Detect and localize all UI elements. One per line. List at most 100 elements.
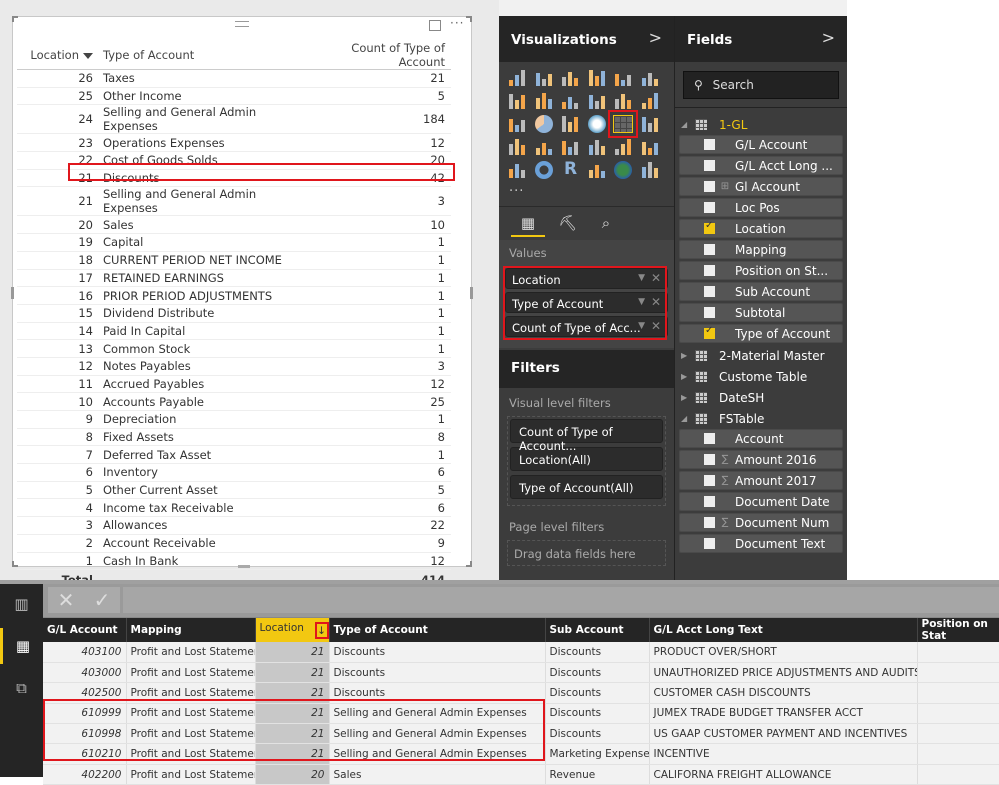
globe-map-icon[interactable] <box>612 160 634 180</box>
table-row[interactable]: 1 Cash In Bank 12 <box>17 552 451 571</box>
table-row[interactable]: 4 Income tax Receivable 6 <box>17 498 451 518</box>
grid-row[interactable]: 402500 Profit and Lost Statement 21 Discoun… <box>43 682 999 704</box>
grid-header-position[interactable]: Position on Stat <box>917 618 999 642</box>
cell-sub-account[interactable]: Marketing Expenses <box>545 743 650 765</box>
drag-handle-icon[interactable] <box>235 21 249 27</box>
field-item[interactable]: Mapping <box>679 240 843 259</box>
field-checkbox[interactable] <box>704 433 715 444</box>
cell-gl-account[interactable]: 610999 <box>43 703 127 725</box>
table-row[interactable]: 19 Capital 1 <box>17 233 451 252</box>
more-options-icon[interactable]: ··· <box>450 16 464 30</box>
field-table-datesh[interactable]: ▶ DateSH <box>675 387 847 408</box>
field-item[interactable]: Sub Account <box>679 282 843 301</box>
grid-row[interactable]: 402200 Profit and Lost Statement 20 Sales Re… <box>43 764 999 785</box>
stacked-column-icon[interactable] <box>533 68 555 88</box>
table-row[interactable]: 12 Notes Payables 3 <box>17 357 451 376</box>
field-checkbox[interactable] <box>704 475 715 486</box>
resize-corner[interactable] <box>12 16 18 22</box>
field-checkbox[interactable] <box>704 202 715 213</box>
line-chart-icon[interactable] <box>506 91 528 111</box>
cell-type-of-account[interactable]: Selling and General Admin Expenses <box>329 703 546 725</box>
format-paint-roller-icon[interactable]: ⛏ <box>551 211 585 237</box>
cell-type-of-account[interactable]: Discounts <box>329 682 546 704</box>
field-item[interactable]: Loc Pos <box>679 198 843 217</box>
cell-type-of-account[interactable]: Sales <box>329 764 546 785</box>
filter-count-type[interactable]: Count of Type of Account... <box>510 419 663 453</box>
cell-sub-account[interactable]: Discounts <box>545 723 650 745</box>
field-item[interactable]: Subtotal <box>679 303 843 322</box>
cell-long-text[interactable]: JUMEX TRADE BUDGET TRANSFER ACCT <box>649 703 918 725</box>
line-column-icon[interactable] <box>586 91 608 111</box>
grid-header-gl-account[interactable]: G/L Account <box>43 618 127 642</box>
cell-location[interactable]: 21 <box>255 703 330 725</box>
collapse-chevron-icon[interactable]: > <box>649 28 662 47</box>
map-icon[interactable] <box>586 114 608 134</box>
field-checkbox[interactable] <box>704 325 715 339</box>
table-row[interactable]: 25 Other Income 5 <box>17 87 451 106</box>
clustered-column-icon[interactable] <box>586 68 608 88</box>
table-row[interactable]: 6 Inventory 6 <box>17 463 451 482</box>
fields-tab-icon[interactable]: ▦ <box>511 211 545 237</box>
field-item[interactable]: ⊞ Gl Account <box>679 177 843 196</box>
cell-gl-account[interactable]: 403100 <box>43 642 127 663</box>
cell-gl-account[interactable]: 610210 <box>43 743 127 765</box>
gauge-icon[interactable] <box>559 137 581 157</box>
field-item[interactable]: ∑ Amount 2017 <box>679 471 843 490</box>
100pct-bar-icon[interactable] <box>612 68 634 88</box>
grid-header-mapping[interactable]: Mapping <box>126 618 256 642</box>
collapsed-triangle-icon[interactable]: ▶ <box>681 393 695 402</box>
field-checkbox[interactable] <box>704 286 715 297</box>
cell-location[interactable]: 21 <box>255 662 330 684</box>
table-row[interactable]: 7 Deferred Tax Asset 1 <box>17 445 451 465</box>
column-header-count[interactable]: Count of Type of Account <box>306 41 451 70</box>
field-item[interactable]: Document Date <box>679 492 843 511</box>
resize-corner[interactable] <box>466 16 472 22</box>
remove-field-icon[interactable]: ✕ <box>651 295 661 309</box>
sort-arrow-icon[interactable]: ↓ <box>314 621 329 639</box>
cell-mapping[interactable]: Profit and Lost Statement <box>126 642 256 663</box>
table-row[interactable]: 8 Fixed Assets 8 <box>17 428 451 447</box>
field-table-fstable[interactable]: ◢ FSTable <box>675 408 847 429</box>
table-row[interactable]: 18 CURRENT PERIOD NET INCOME 1 <box>17 251 451 270</box>
field-item[interactable]: G/L Account <box>679 135 843 154</box>
ribbon-chart-icon[interactable] <box>639 91 661 111</box>
cell-mapping[interactable]: Profit and Lost Statement <box>126 703 256 725</box>
cell-location[interactable]: 21 <box>255 743 330 765</box>
table-row[interactable]: 16 PRIOR PERIOD ADJUSTMENTS 1 <box>17 286 451 305</box>
table-row[interactable]: 17 RETAINED EARNINGS 1 <box>17 269 451 288</box>
cell-sub-account[interactable]: Discounts <box>545 703 650 725</box>
field-table-2-material-master[interactable]: ▶ 2-Material Master <box>675 345 847 366</box>
cell-position[interactable] <box>917 703 999 725</box>
column-header-location[interactable]: Location <box>17 41 99 70</box>
value-field-type[interactable]: Type of Account ▼ ✕ <box>505 292 668 313</box>
table-row[interactable]: 24 Selling and General Admin Expenses 184 <box>17 104 451 135</box>
cell-mapping[interactable]: Profit and Lost Statement <box>126 764 256 785</box>
field-checkbox[interactable] <box>704 139 715 150</box>
field-checkbox[interactable] <box>704 181 715 192</box>
table-row[interactable]: 23 Operations Expenses 12 <box>17 133 451 153</box>
field-checkbox[interactable] <box>704 220 715 234</box>
r-visual-icon[interactable]: R <box>559 159 581 180</box>
data-view-icon[interactable]: ▦ <box>0 628 43 664</box>
table-visual-icon[interactable] <box>639 160 661 180</box>
cell-mapping[interactable]: Profit and Lost Statement <box>126 682 256 704</box>
100pct-column-icon[interactable] <box>639 68 661 88</box>
field-checkbox[interactable] <box>704 265 715 276</box>
table-row[interactable]: 14 Paid In Capital 1 <box>17 322 451 341</box>
analytics-magnifier-icon[interactable]: ⌕ <box>589 211 623 237</box>
resize-handle-right[interactable] <box>470 287 473 299</box>
filled-map-icon[interactable] <box>506 137 528 157</box>
cell-long-text[interactable]: INCENTIVE <box>649 743 918 765</box>
value-field-count[interactable]: Count of Type of Acc... ▼ ✕ <box>505 316 668 337</box>
grid-row[interactable]: 403100 Profit and Lost Statement 21 Discoun… <box>43 642 999 663</box>
remove-field-icon[interactable]: ✕ <box>651 271 661 285</box>
cell-type-of-account[interactable]: Selling and General Admin Expenses <box>329 723 546 745</box>
field-item[interactable]: ∑ Document Num <box>679 513 843 532</box>
cell-type-of-account[interactable]: Selling and General Admin Expenses <box>329 743 546 765</box>
cell-sub-account[interactable]: Discounts <box>545 662 650 684</box>
funnel-icon[interactable] <box>533 137 555 157</box>
collapsed-triangle-icon[interactable]: ▶ <box>681 351 695 360</box>
multirow-card-icon[interactable] <box>586 137 608 157</box>
table-visual[interactable]: ··· Location Type of Account Count of Ty… <box>11 16 473 587</box>
table-row[interactable]: 15 Dividend Distribute 1 <box>17 304 451 323</box>
